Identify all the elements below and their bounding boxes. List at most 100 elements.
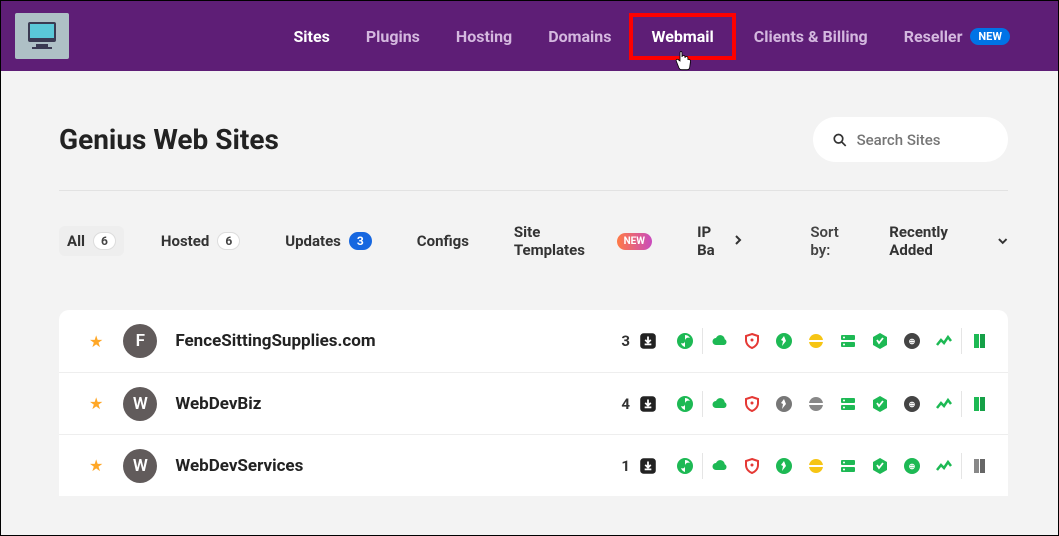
perf-icon[interactable]: ⊕ xyxy=(903,395,921,413)
disc-icon[interactable] xyxy=(807,332,825,350)
updates-count: 4 xyxy=(621,395,630,413)
cloud-icon[interactable] xyxy=(711,395,729,413)
filter-ip-ba[interactable]: IP Ba xyxy=(689,217,752,265)
perf-icon[interactable]: ⊕ xyxy=(903,457,921,475)
site-name[interactable]: FenceSittingSupplies.com xyxy=(175,331,621,351)
book-icon[interactable] xyxy=(970,395,988,413)
avatar: W xyxy=(123,387,157,421)
nav-plugins[interactable]: Plugins xyxy=(348,13,438,60)
svg-text:⊕: ⊕ xyxy=(909,462,916,471)
new-pill: NEW xyxy=(617,233,652,250)
chevron-right-icon[interactable] xyxy=(732,232,744,250)
sort-value: Recently Added xyxy=(889,223,990,259)
speed-icon[interactable] xyxy=(775,457,793,475)
search-input[interactable] xyxy=(857,131,988,149)
download-icon[interactable] xyxy=(638,394,658,414)
avatar: F xyxy=(123,324,157,358)
svg-text:⊕: ⊕ xyxy=(909,400,916,409)
cloud-icon[interactable] xyxy=(711,332,729,350)
shield-icon[interactable] xyxy=(743,457,761,475)
nav-clients-billing[interactable]: Clients & Billing xyxy=(736,13,886,60)
shield-icon[interactable] xyxy=(743,395,761,413)
star-icon[interactable]: ★ xyxy=(89,456,103,475)
divider xyxy=(59,190,1008,191)
speed-icon[interactable] xyxy=(775,332,793,350)
nav-webmail[interactable]: Webmail xyxy=(629,13,735,60)
header-row: Genius Web Sites xyxy=(59,117,1008,162)
filter-configs[interactable]: Configs xyxy=(409,226,477,256)
download-icon[interactable] xyxy=(638,456,658,476)
chart-icon[interactable] xyxy=(935,332,953,350)
filter-label: IP Ba xyxy=(697,223,730,259)
nav-hosting[interactable]: Hosting xyxy=(438,13,530,60)
star-icon[interactable]: ★ xyxy=(89,332,103,351)
filter-all[interactable]: All6 xyxy=(59,226,124,256)
perf-icon[interactable]: ⊕ xyxy=(903,332,921,350)
shield-icon[interactable] xyxy=(743,332,761,350)
updates-group: 4 xyxy=(621,394,658,414)
logo[interactable] xyxy=(15,13,69,59)
filter-site-templates[interactable]: Site Templates NEW xyxy=(506,217,660,265)
swirl-icon[interactable] xyxy=(676,395,694,413)
site-row[interactable]: ★ W WebDevBiz4 ⊕ xyxy=(59,372,1008,434)
swirl-icon[interactable] xyxy=(676,332,694,350)
separator xyxy=(961,328,962,354)
hex-icon[interactable] xyxy=(871,457,889,475)
cloud-icon[interactable] xyxy=(711,457,729,475)
swirl-icon[interactable] xyxy=(676,457,694,475)
count-badge: 3 xyxy=(349,232,372,250)
cursor-hand-icon xyxy=(674,51,692,75)
count-badge: 6 xyxy=(217,232,240,250)
filter-label: Hosted xyxy=(161,232,209,250)
site-name[interactable]: WebDevServices xyxy=(175,456,621,476)
sites-list: ★ F FenceSittingSupplies.com3 ⊕ ★ W WebDevBiz4… xyxy=(59,310,1008,496)
hex-icon[interactable] xyxy=(871,395,889,413)
new-badge: NEW xyxy=(970,28,1010,45)
separator xyxy=(702,328,703,354)
chevron-down-icon xyxy=(997,235,1008,247)
filters-row: All6 Hosted 6 Updates 3 Configs Site Templates… xyxy=(59,217,1008,265)
content: Genius Web Sites All6 Hosted 6 Updates 3 Conf… xyxy=(1,71,1058,496)
book-icon[interactable] xyxy=(970,457,988,475)
filter-label: All xyxy=(67,232,85,250)
updates-group: 3 xyxy=(621,331,658,351)
server-icon[interactable] xyxy=(839,395,857,413)
search-icon xyxy=(833,132,847,148)
filter-label: Updates xyxy=(285,232,341,250)
site-row[interactable]: ★ W WebDevServices1 ⊕ xyxy=(59,434,1008,496)
site-name[interactable]: WebDevBiz xyxy=(175,394,621,414)
nav-sites[interactable]: Sites xyxy=(275,13,347,60)
nav-reseller[interactable]: ResellerNEW xyxy=(886,13,1028,60)
avatar: W xyxy=(123,449,157,483)
top-nav: SitesPluginsHostingDomainsWebmailClients… xyxy=(1,1,1058,71)
book-icon[interactable] xyxy=(970,332,988,350)
updates-count: 1 xyxy=(621,457,630,475)
chart-icon[interactable] xyxy=(935,457,953,475)
search-bar[interactable] xyxy=(813,117,1008,162)
nav-domains[interactable]: Domains xyxy=(530,13,629,60)
disc-icon[interactable] xyxy=(807,457,825,475)
nav-items: SitesPluginsHostingDomainsWebmailClients… xyxy=(275,13,1028,60)
sort-select[interactable]: Recently Added xyxy=(889,223,1008,259)
page-title: Genius Web Sites xyxy=(59,123,279,156)
server-icon[interactable] xyxy=(839,457,857,475)
filter-label: Configs xyxy=(417,232,469,250)
filter-hosted[interactable]: Hosted 6 xyxy=(153,226,248,256)
server-icon[interactable] xyxy=(839,332,857,350)
svg-text:⊕: ⊕ xyxy=(909,337,916,346)
filter-updates[interactable]: Updates 3 xyxy=(277,226,380,256)
separator xyxy=(702,391,703,417)
chart-icon[interactable] xyxy=(935,395,953,413)
disc-icon[interactable] xyxy=(807,395,825,413)
updates-group: 1 xyxy=(621,456,658,476)
status-icons: ⊕ xyxy=(711,457,953,475)
site-row[interactable]: ★ F FenceSittingSupplies.com3 ⊕ xyxy=(59,310,1008,372)
download-icon[interactable] xyxy=(638,331,658,351)
speed-icon[interactable] xyxy=(775,395,793,413)
sort-label: Sort by: xyxy=(810,223,860,259)
status-icons: ⊕ xyxy=(711,332,953,350)
filter-label: Site Templates xyxy=(514,223,609,259)
hex-icon[interactable] xyxy=(871,332,889,350)
star-icon[interactable]: ★ xyxy=(89,394,103,413)
separator xyxy=(702,453,703,479)
